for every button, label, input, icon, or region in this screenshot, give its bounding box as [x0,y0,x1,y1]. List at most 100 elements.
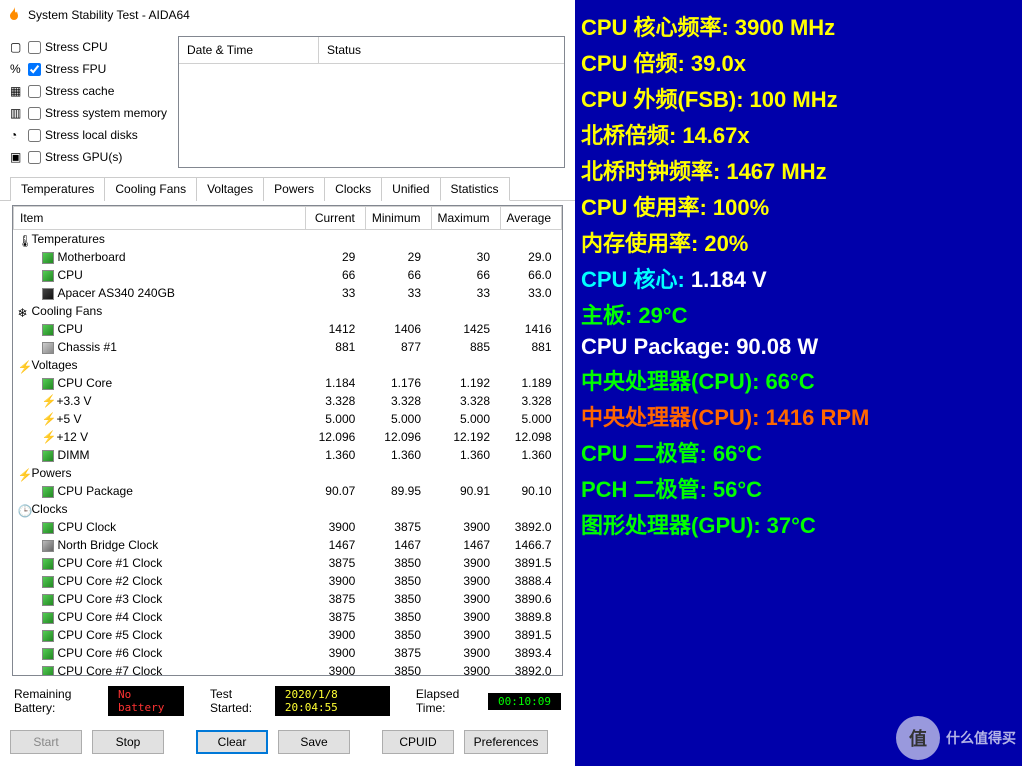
category-row[interactable]: 🕒Clocks [14,500,562,518]
osd-overlay: CPU 核心频率: 3900 MHzCPU 倍频: 39.0xCPU 外频(FS… [575,0,1022,766]
stress-checkbox[interactable] [28,85,41,98]
col-average[interactable]: Average [500,207,561,230]
osd-value: 20% [704,231,748,257]
category-row[interactable]: 🌡Temperatures [14,230,562,249]
start-button[interactable]: Start [10,730,82,754]
preferences-button[interactable]: Preferences [464,730,548,754]
save-button[interactable]: Save [278,730,350,754]
stat-row[interactable]: ⚡+3.3 V 3.328 3.328 3.328 3.328 [14,392,562,410]
item-name: CPU Core #2 Clock [58,574,163,588]
stat-row[interactable]: CPU Package 90.07 89.95 90.91 90.10 [14,482,562,500]
stress-checkbox[interactable] [28,63,41,76]
col-current[interactable]: Current [305,207,365,230]
val-current: 3875 [305,590,365,608]
stat-row[interactable]: DIMM 1.360 1.360 1.360 1.360 [14,446,562,464]
tab-clocks[interactable]: Clocks [324,177,382,201]
clear-button[interactable]: Clear [196,730,268,754]
osd-label: 北桥倍频: [581,118,676,150]
statistics-table[interactable]: Item Current Minimum Maximum Average 🌡Te… [12,205,563,676]
elapsed-value: 00:10:09 [488,693,561,710]
item-icon [42,324,54,336]
stress-option: % Stress FPU [10,58,170,80]
log-body[interactable] [179,64,564,154]
stat-row[interactable]: CPU Core 1.184 1.176 1.192 1.189 [14,374,562,392]
tab-temperatures[interactable]: Temperatures [10,177,105,201]
osd-value: 1467 MHz [726,159,826,185]
val-minimum: 33 [365,284,431,302]
item-name: CPU [58,268,83,282]
stat-row[interactable]: CPU Core #7 Clock 3900 3850 3900 3892.0 [14,662,562,676]
started-label: Test Started: [210,687,267,715]
val-maximum: 1467 [431,536,500,554]
log-panel: Date & Time Status [178,36,565,168]
stat-row[interactable]: CPU Core #6 Clock 3900 3875 3900 3893.4 [14,644,562,662]
item-name: CPU Core #5 Clock [58,628,163,642]
val-maximum: 90.91 [431,482,500,500]
tab-cooling-fans[interactable]: Cooling Fans [104,177,197,201]
stat-row[interactable]: ⚡+5 V 5.000 5.000 5.000 5.000 [14,410,562,428]
stat-row[interactable]: CPU Core #5 Clock 3900 3850 3900 3891.5 [14,626,562,644]
osd-value: 90.08 W [736,334,818,360]
val-minimum: 3875 [365,644,431,662]
bolt-icon: ⚡ [18,468,30,480]
stat-row[interactable]: CPU Core #2 Clock 3900 3850 3900 3888.4 [14,572,562,590]
stat-row[interactable]: CPU Clock 3900 3875 3900 3892.0 [14,518,562,536]
tab-powers[interactable]: Powers [263,177,325,201]
item-name: +5 V [56,412,81,426]
osd-value: 1.184 V [691,267,767,293]
val-minimum: 1406 [365,320,431,338]
col-item[interactable]: Item [14,207,306,230]
col-maximum[interactable]: Maximum [431,207,500,230]
val-maximum: 12.192 [431,428,500,446]
tab-unified[interactable]: Unified [381,177,440,201]
stress-checkbox[interactable] [28,129,41,142]
osd-line: CPU 倍频: 39.0x [581,46,1016,78]
stat-row[interactable]: CPU Core #3 Clock 3875 3850 3900 3890.6 [14,590,562,608]
stress-type-icon: ▦ [10,84,24,98]
osd-label: 中央处理器(CPU): [581,400,759,432]
val-minimum: 3850 [365,626,431,644]
item-name: CPU Clock [58,520,117,534]
stat-row[interactable]: Motherboard 29 29 30 29.0 [14,248,562,266]
cpuid-button[interactable]: CPUID [382,730,454,754]
item-icon [42,558,54,570]
val-minimum: 3850 [365,662,431,676]
stress-type-icon: ◔ [10,128,24,142]
stat-row[interactable]: ⚡+12 V 12.096 12.096 12.192 12.098 [14,428,562,446]
osd-value: 56°C [713,477,762,503]
val-current: 90.07 [305,482,365,500]
stat-row[interactable]: CPU 66 66 66 66.0 [14,266,562,284]
osd-label: CPU 倍频: [581,46,685,78]
osd-line: CPU 核心频率: 3900 MHz [581,10,1016,42]
stat-row[interactable]: CPU 1412 1406 1425 1416 [14,320,562,338]
stop-button[interactable]: Stop [92,730,164,754]
val-minimum: 1.360 [365,446,431,464]
item-icon [42,540,54,552]
stress-checkbox[interactable] [28,107,41,120]
osd-label: 图形处理器(GPU): [581,508,761,540]
category-row[interactable]: ❄Cooling Fans [14,302,562,320]
stat-row[interactable]: North Bridge Clock 1467 1467 1467 1466.7 [14,536,562,554]
val-average: 1.189 [500,374,561,392]
category-row[interactable]: ⚡Voltages [14,356,562,374]
val-average: 3891.5 [500,626,561,644]
tab-voltages[interactable]: Voltages [196,177,264,201]
val-maximum: 3900 [431,590,500,608]
tab-statistics[interactable]: Statistics [440,177,510,201]
stat-row[interactable]: Chassis #1 881 877 885 881 [14,338,562,356]
stress-label: Stress CPU [45,40,108,54]
item-name: CPU Core #3 Clock [58,592,163,606]
val-current: 3875 [305,554,365,572]
val-minimum: 3875 [365,518,431,536]
val-current: 33 [305,284,365,302]
val-current: 29 [305,248,365,266]
stat-row[interactable]: Apacer AS340 240GB 33 33 33 33.0 [14,284,562,302]
stress-checkbox[interactable] [28,41,41,54]
col-minimum[interactable]: Minimum [365,207,431,230]
category-row[interactable]: ⚡Powers [14,464,562,482]
stress-checkbox[interactable] [28,151,41,164]
stat-row[interactable]: CPU Core #4 Clock 3875 3850 3900 3889.8 [14,608,562,626]
val-current: 3900 [305,572,365,590]
item-name: +3.3 V [56,394,91,408]
stat-row[interactable]: CPU Core #1 Clock 3875 3850 3900 3891.5 [14,554,562,572]
